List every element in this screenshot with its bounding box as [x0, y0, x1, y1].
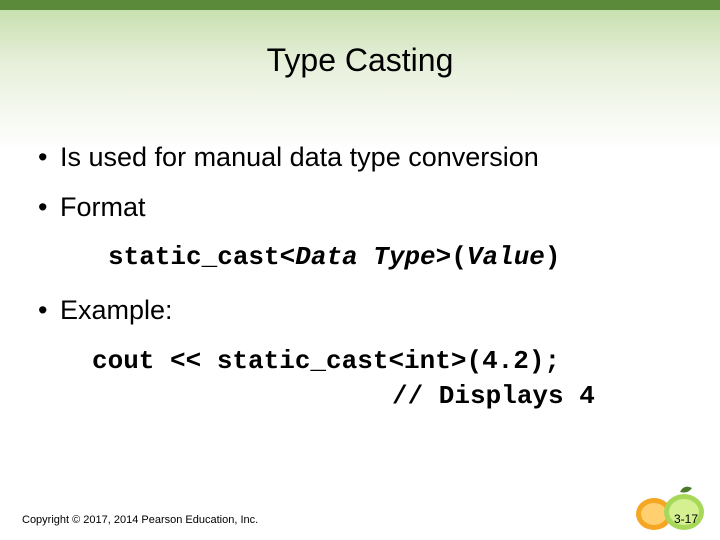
format-code: static_cast<Data Type>(Value): [108, 241, 690, 275]
code-line: cout << static_cast<int>(4.2);: [92, 346, 560, 376]
slide-title: Type Casting: [0, 42, 720, 79]
example-code: cout << static_cast<int>(4.2); // Displa…: [92, 344, 690, 414]
bullet-item: • Format: [38, 191, 690, 225]
code-placeholder: Data Type: [295, 242, 435, 272]
bullet-item: • Is used for manual data type conversio…: [38, 141, 690, 175]
bullet-dot-icon: •: [38, 191, 60, 225]
bullet-item: • Example:: [38, 294, 690, 328]
bullet-text: Format: [60, 191, 146, 225]
code-text: ): [545, 242, 561, 272]
copyright-text: Copyright © 2017, 2014 Pearson Education…: [22, 514, 258, 526]
bullet-text: Example:: [60, 294, 173, 328]
bullet-dot-icon: •: [38, 294, 60, 328]
page-number: 3-17: [674, 512, 698, 526]
slide-content: Type Casting • Is used for manual data t…: [0, 0, 720, 540]
code-text: >(: [436, 242, 467, 272]
code-comment: // Displays 4: [92, 379, 690, 414]
code-placeholder: Value: [467, 242, 545, 272]
bullet-text: Is used for manual data type conversion: [60, 141, 539, 175]
bullet-list: • Is used for manual data type conversio…: [0, 141, 720, 414]
code-text: static_cast<: [108, 242, 295, 272]
bullet-dot-icon: •: [38, 141, 60, 175]
fruit-decoration-icon: [632, 474, 712, 534]
